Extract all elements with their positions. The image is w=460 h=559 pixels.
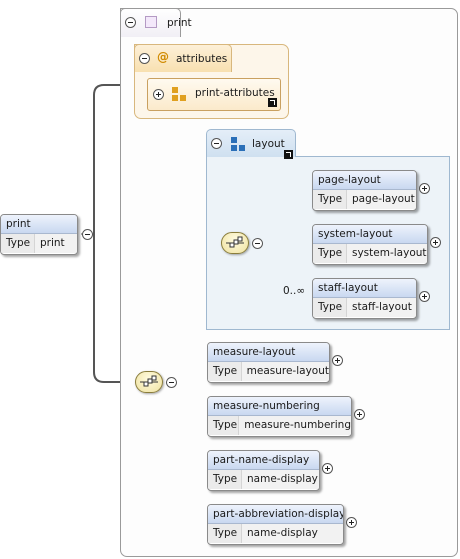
type-value: system-layout: [352, 247, 427, 259]
element-system-layout[interactable]: system-layout Type system-layout: [312, 224, 428, 265]
type-value: staff-layout: [352, 301, 412, 313]
type-value: measure-layout: [246, 365, 329, 377]
element-name: measure-numbering: [208, 397, 351, 416]
element-measure-layout[interactable]: measure-layout Type measure-layout: [207, 342, 330, 383]
expand-icon[interactable]: [354, 409, 365, 420]
attribute-group-print-attributes[interactable]: print-attributes: [147, 78, 281, 111]
layout-group-tab[interactable]: layout: [206, 129, 296, 159]
element-part-name-display[interactable]: part-name-display Type name-display: [207, 450, 320, 491]
element-part-abbreviation-display[interactable]: part-abbreviation-display Type name-disp…: [207, 504, 344, 545]
expand-icon[interactable]: [419, 291, 430, 302]
element-name: part-name-display: [208, 451, 319, 470]
collapse-icon[interactable]: [211, 138, 222, 149]
element-measure-numbering[interactable]: measure-numbering Type measure-numbering: [207, 396, 352, 437]
type-value: print: [40, 237, 65, 249]
element-print[interactable]: print Type print: [0, 214, 78, 255]
reference-arrow-icon: [268, 98, 277, 107]
element-staff-layout[interactable]: staff-layout Type staff-layout: [312, 278, 417, 319]
type-key: Type: [208, 416, 240, 435]
element-name: system-layout: [313, 225, 427, 244]
element-name: part-abbreviation-display: [208, 505, 343, 524]
type-key: Type: [313, 298, 347, 317]
sequence-compositor[interactable]: [135, 371, 163, 393]
type-key: Type: [208, 362, 242, 381]
sequence-compositor[interactable]: [221, 232, 249, 254]
attribute-group-label: print-attributes: [195, 87, 275, 99]
element-name: measure-layout: [208, 343, 329, 362]
complex-type-icon: [145, 16, 157, 28]
expand-icon[interactable]: [346, 517, 357, 528]
complex-type-label: print: [167, 17, 192, 29]
element-name: page-layout: [313, 171, 416, 190]
type-key: Type: [313, 190, 347, 209]
type-key: Type: [208, 470, 242, 489]
collapse-icon[interactable]: [125, 17, 136, 28]
expand-icon[interactable]: [430, 237, 441, 248]
multiplicity-label: 0..∞: [283, 285, 306, 297]
attributes-tab[interactable]: @ attributes: [134, 44, 232, 72]
collapse-icon[interactable]: [166, 377, 177, 388]
collapse-icon[interactable]: [82, 229, 93, 240]
group-icon: [231, 137, 245, 151]
type-key: Type: [313, 244, 347, 263]
type-value: measure-numbering: [244, 419, 351, 431]
type-key: Type: [1, 234, 35, 253]
collapse-icon[interactable]: [139, 53, 150, 64]
reference-arrow-icon: [284, 150, 293, 159]
attribute-icon: @: [157, 50, 169, 64]
complex-type-tab[interactable]: print: [120, 8, 192, 37]
type-value: page-layout: [352, 193, 415, 205]
element-name: print: [1, 215, 77, 234]
expand-icon[interactable]: [153, 89, 164, 100]
expand-icon[interactable]: [332, 355, 343, 366]
attribute-group-icon: [172, 87, 186, 101]
expand-icon[interactable]: [322, 463, 333, 474]
expand-icon[interactable]: [419, 183, 430, 194]
collapse-icon[interactable]: [252, 238, 263, 249]
element-page-layout[interactable]: page-layout Type page-layout: [312, 170, 417, 211]
type-value: name-display: [247, 527, 318, 539]
element-name: staff-layout: [313, 279, 416, 298]
type-key: Type: [208, 524, 242, 543]
layout-group-label: layout: [252, 138, 285, 150]
sequence-icon: [140, 375, 158, 387]
sequence-icon: [226, 236, 244, 248]
type-value: name-display: [247, 473, 318, 485]
attributes-label: attributes: [176, 53, 228, 65]
